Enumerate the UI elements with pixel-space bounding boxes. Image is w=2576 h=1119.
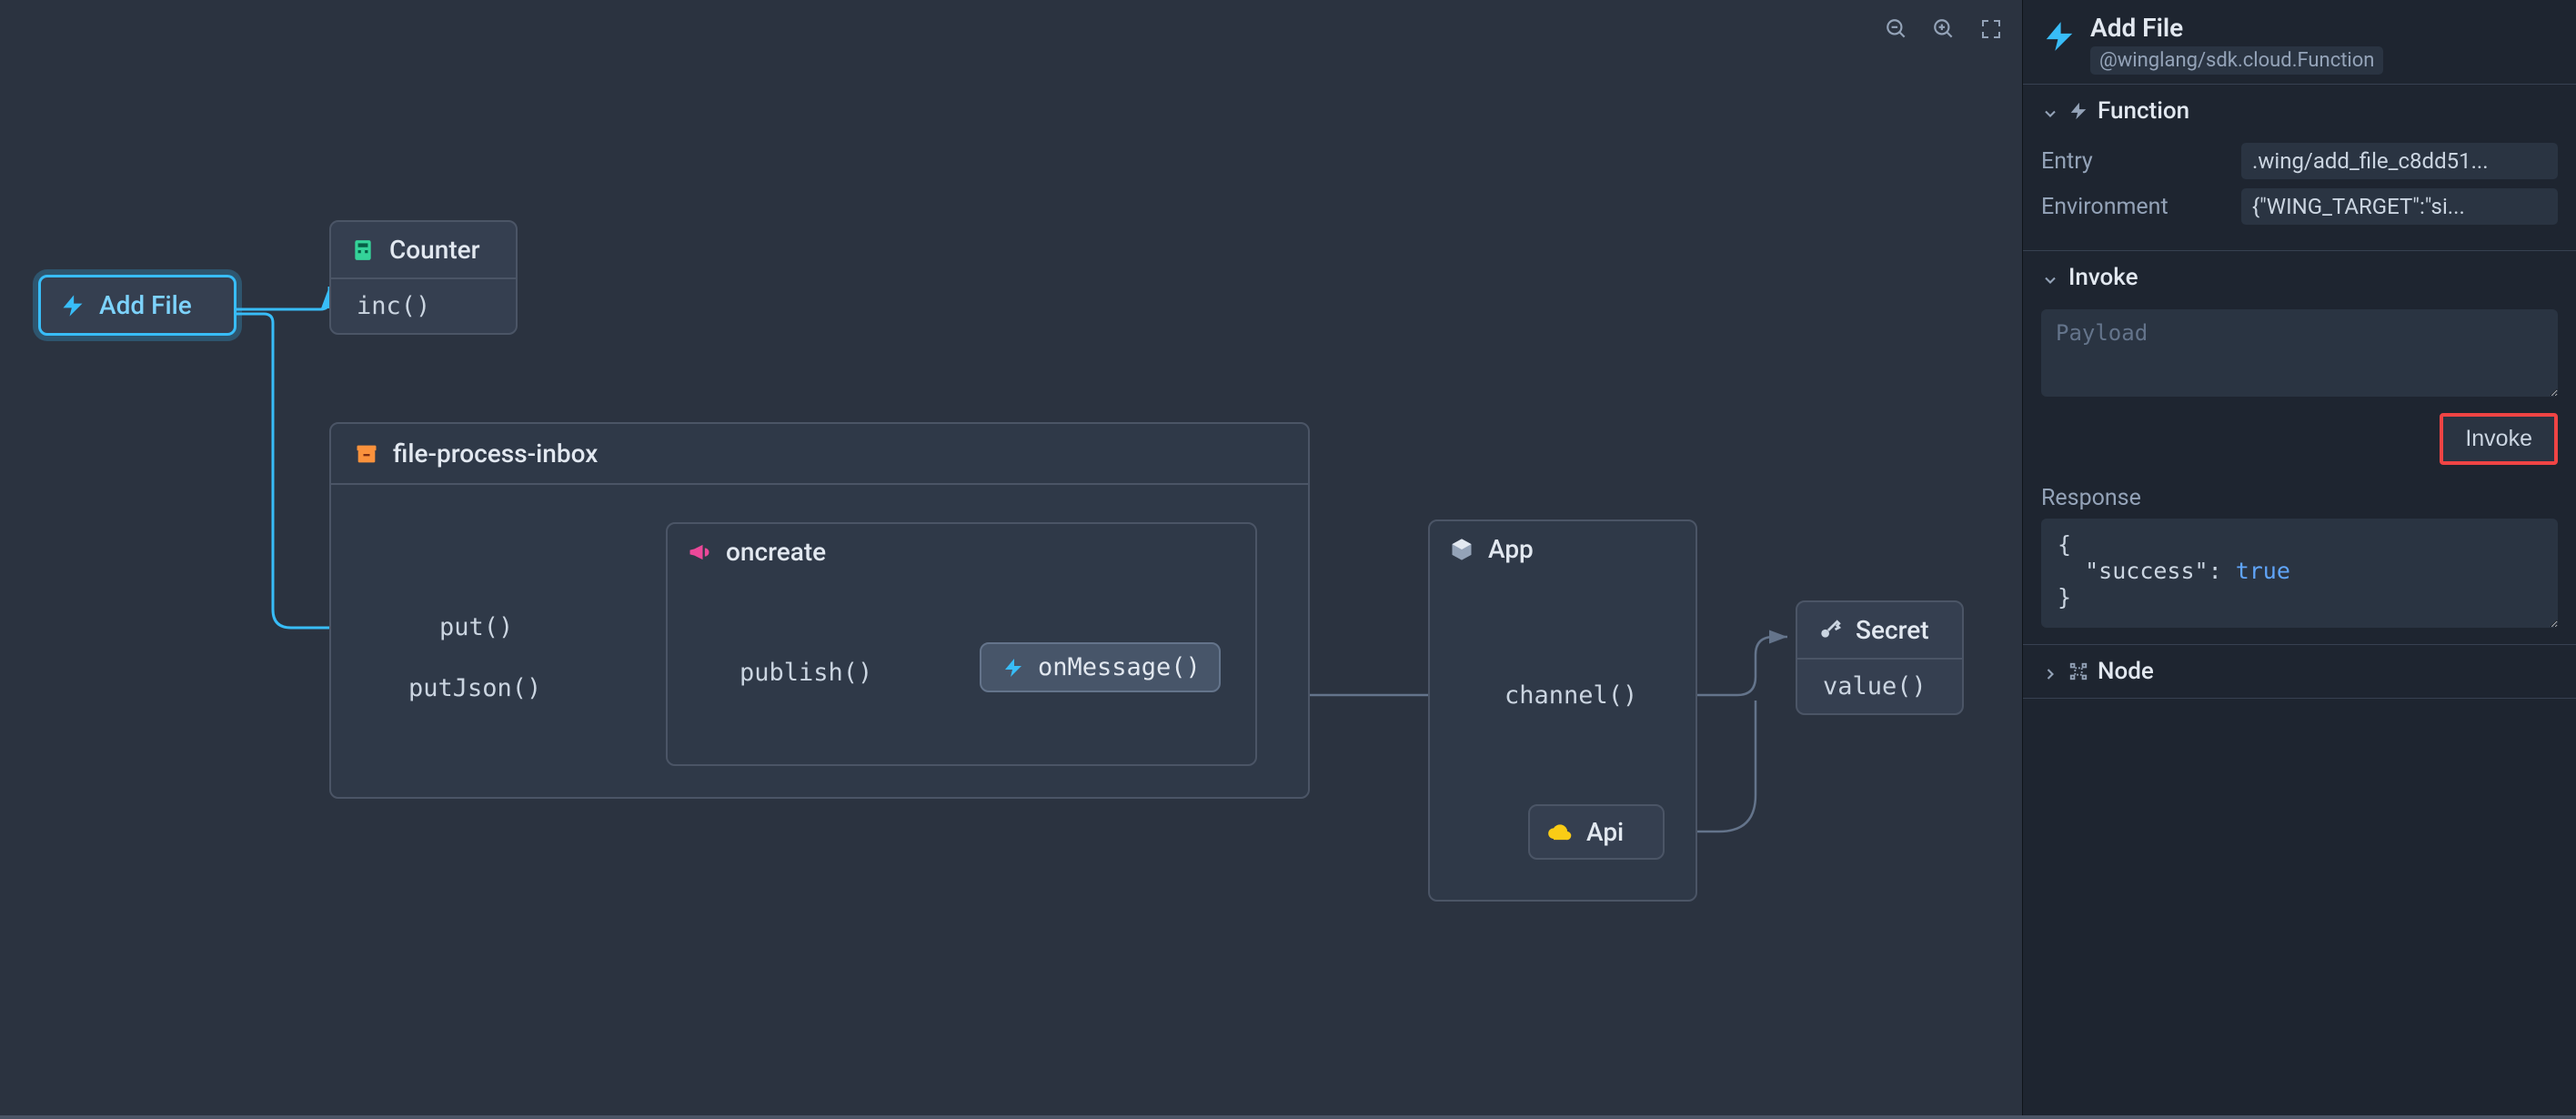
method-publish: publish() bbox=[740, 659, 872, 687]
sidebar-header: Add File @winglang/sdk.cloud.Function bbox=[2023, 0, 2576, 84]
fullscreen-button[interactable] bbox=[1978, 16, 2004, 42]
node-api[interactable]: Api bbox=[1528, 804, 1665, 860]
key-icon bbox=[1816, 617, 1843, 644]
prop-env-value: {"WING_TARGET":"si... bbox=[2241, 188, 2558, 225]
node-counter[interactable]: Counter inc() bbox=[329, 220, 518, 335]
bottom-border bbox=[0, 1115, 2576, 1119]
node-label: App bbox=[1488, 534, 1534, 564]
function-icon bbox=[2041, 18, 2078, 55]
response-label: Response bbox=[2041, 485, 2558, 511]
section-title: Function bbox=[2098, 97, 2189, 125]
node-onmessage[interactable]: onMessage() bbox=[980, 642, 1221, 692]
section-title: Invoke bbox=[2068, 264, 2138, 291]
node-label: Api bbox=[1586, 817, 1624, 847]
zoom-out-button[interactable] bbox=[1884, 16, 1909, 42]
section-node: Node bbox=[2023, 644, 2576, 698]
node-label: oncreate bbox=[726, 537, 826, 567]
sidebar-title: Add File bbox=[2090, 13, 2383, 43]
payload-input[interactable] bbox=[2041, 309, 2558, 397]
canvas[interactable]: Add File Counter inc() file-process-inbo… bbox=[0, 0, 2022, 1119]
node-app[interactable]: App channel() Api bbox=[1428, 519, 1697, 902]
method-putjson: putJson() bbox=[408, 674, 541, 702]
chevron-down-icon bbox=[2041, 102, 2059, 120]
function-icon bbox=[1000, 654, 1027, 681]
method-channel: channel() bbox=[1504, 681, 1637, 710]
node-oncreate[interactable]: oncreate publish() onMessage() bbox=[666, 522, 1257, 766]
method-put: put() bbox=[439, 613, 513, 641]
section-title: Node bbox=[2098, 658, 2154, 685]
node-secret[interactable]: Secret value() bbox=[1796, 600, 1964, 715]
method-value: value() bbox=[1797, 660, 1962, 713]
node-label: Add File bbox=[99, 290, 192, 320]
prop-entry-label: Entry bbox=[2041, 148, 2241, 175]
section-invoke-header[interactable]: Invoke bbox=[2023, 251, 2576, 304]
node-label: Counter bbox=[389, 235, 480, 265]
function-icon bbox=[59, 292, 86, 319]
section-function-header[interactable]: Function bbox=[2023, 85, 2576, 137]
node-label: onMessage() bbox=[1038, 653, 1201, 681]
chevron-down-icon bbox=[2041, 268, 2059, 287]
calculator-icon bbox=[349, 237, 377, 264]
section-node-header[interactable]: Node bbox=[2023, 645, 2576, 698]
node-add-file[interactable]: Add File bbox=[38, 275, 236, 336]
invoke-button[interactable]: Invoke bbox=[2440, 413, 2558, 465]
method-inc: inc() bbox=[331, 279, 516, 333]
chevron-right-icon bbox=[2041, 662, 2059, 680]
zoom-controls bbox=[1884, 16, 2004, 42]
prop-env-label: Environment bbox=[2041, 194, 2241, 220]
response-output: { "success": true } bbox=[2041, 519, 2558, 628]
node-file-process-inbox[interactable]: file-process-inbox put() putJson() oncre… bbox=[329, 422, 1310, 799]
section-function: Function Entry .wing/add_file_c8dd51... … bbox=[2023, 84, 2576, 250]
box-icon bbox=[1448, 536, 1475, 563]
node-label: file-process-inbox bbox=[393, 439, 598, 469]
cloud-icon bbox=[1546, 819, 1574, 846]
prop-entry-value: .wing/add_file_c8dd51... bbox=[2241, 143, 2558, 179]
sidebar: Add File @winglang/sdk.cloud.Function Fu… bbox=[2022, 0, 2576, 1119]
megaphone-icon bbox=[686, 539, 713, 566]
section-invoke: Invoke Invoke Response { "success": true… bbox=[2023, 250, 2576, 644]
function-icon bbox=[2068, 101, 2088, 121]
zoom-in-button[interactable] bbox=[1931, 16, 1957, 42]
sidebar-subtitle: @winglang/sdk.cloud.Function bbox=[2090, 46, 2383, 75]
node-label: Secret bbox=[1856, 615, 1929, 645]
node-icon bbox=[2068, 661, 2088, 681]
bucket-icon bbox=[353, 440, 380, 468]
